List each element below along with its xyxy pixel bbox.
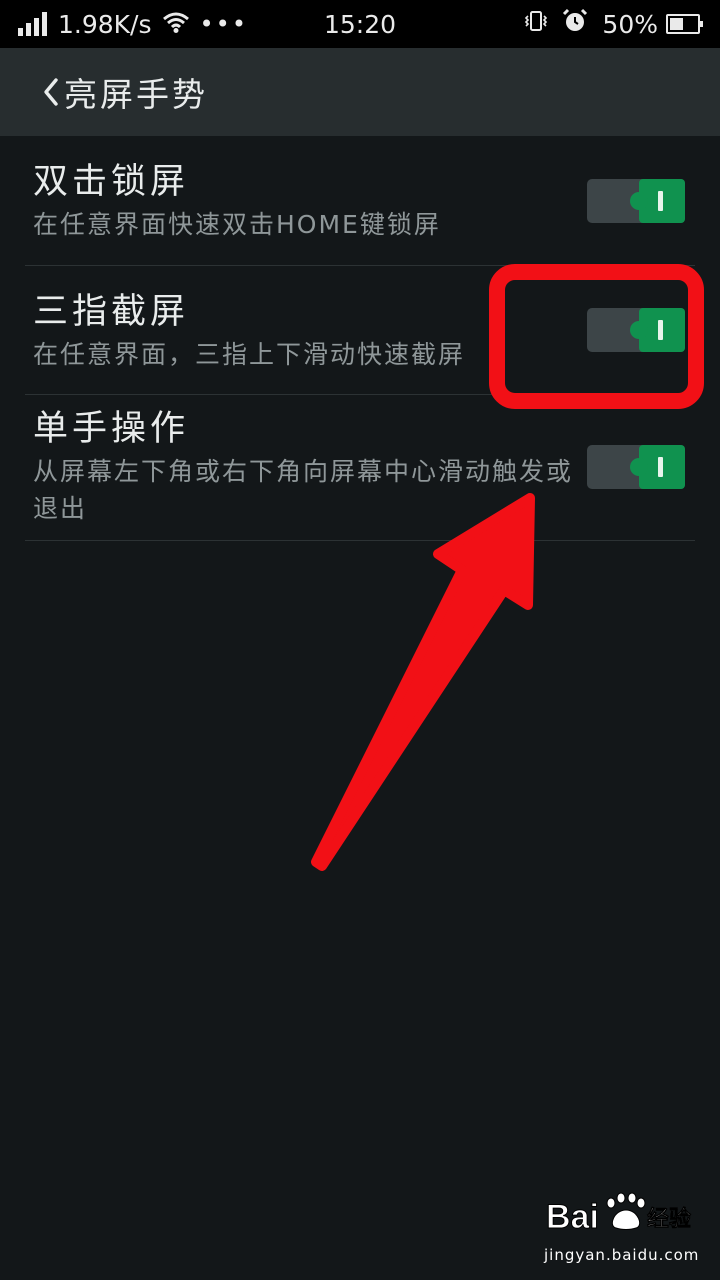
row-text: 双击锁屏 在任意界面快速双击HOME键锁屏	[25, 136, 578, 243]
page-title: 亮屏手势	[64, 75, 208, 114]
chevron-left-icon	[44, 78, 58, 106]
setting-row-one-hand-mode[interactable]: 单手操作 从屏幕左下角或右下角向屏幕中心滑动触发或退出	[25, 395, 695, 541]
setting-title: 双击锁屏	[33, 162, 190, 202]
battery-icon	[666, 14, 703, 34]
setting-row-double-tap-lock[interactable]: 双击锁屏 在任意界面快速双击HOME键锁屏	[25, 136, 695, 266]
setting-description: 在任意界面快速双击HOME键锁屏	[33, 210, 441, 239]
watermark-url: jingyan.baidu.com	[544, 1246, 700, 1264]
setting-title: 单手操作	[33, 409, 190, 449]
back-button[interactable]	[0, 48, 62, 136]
battery-percentage: 50%	[602, 9, 658, 39]
three-finger-screenshot-toggle[interactable]	[587, 308, 685, 352]
jingyan-brand-text: 经验	[647, 1206, 691, 1232]
baidu-logo: Bai 经验	[546, 1192, 691, 1237]
setting-title: 三指截屏	[33, 292, 190, 332]
one-hand-mode-toggle[interactable]	[587, 445, 685, 489]
alarm-icon	[562, 8, 588, 40]
baidu-brand-text: Bai	[546, 1198, 599, 1236]
toggle-on-knob	[630, 179, 685, 223]
row-text: 单手操作 从屏幕左下角或右下角向屏幕中心滑动触发或退出	[25, 395, 578, 527]
status-bar: 1.98K/s ••• 15:20 50%	[0, 0, 720, 48]
row-text: 三指截屏 在任意界面，三指上下滑动快速截屏	[25, 266, 578, 373]
vibrate-icon	[524, 9, 548, 39]
battery-level	[670, 18, 683, 30]
toggle-on-knob	[630, 445, 685, 489]
double-tap-lock-toggle[interactable]	[587, 179, 685, 223]
setting-row-three-finger-screenshot[interactable]: 三指截屏 在任意界面，三指上下滑动快速截屏	[25, 266, 695, 395]
settings-list: 双击锁屏 在任意界面快速双击HOME键锁屏 三指截屏 在任意界面，三指上下滑动快…	[0, 136, 720, 541]
setting-description: 从屏幕左下角或右下角向屏幕中心滑动触发或退出	[33, 457, 574, 523]
baidu-jingyan-watermark: Bai 经验 jingyan.baidu.com	[544, 1186, 700, 1264]
toggle-on-knob	[630, 308, 685, 352]
title-bar: 亮屏手势	[0, 48, 720, 136]
status-right: 50%	[524, 0, 703, 48]
setting-description: 在任意界面，三指上下滑动快速截屏	[33, 340, 466, 369]
